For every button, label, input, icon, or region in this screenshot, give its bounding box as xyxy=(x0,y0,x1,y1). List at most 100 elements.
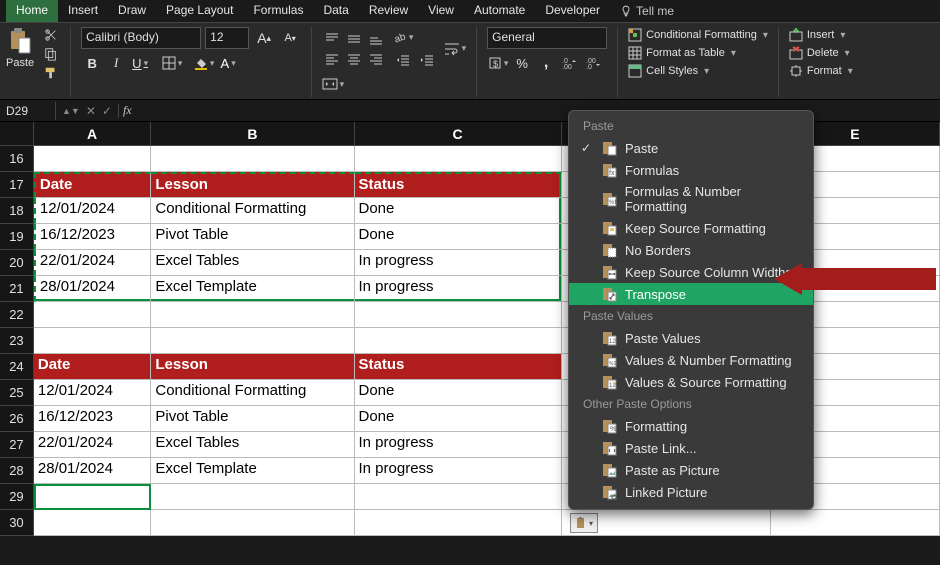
align-top-button[interactable] xyxy=(322,30,342,48)
menu-item-paste-values[interactable]: 123 Paste Values xyxy=(569,327,813,349)
tab-developer[interactable]: Developer xyxy=(535,0,610,22)
cell[interactable]: 22/01/2024 xyxy=(34,250,152,276)
row-header[interactable]: 21 xyxy=(0,276,34,302)
format-as-table-button[interactable]: Format as Table▾ xyxy=(628,45,768,61)
cell-styles-button[interactable]: Cell Styles▾ xyxy=(628,63,768,79)
row-header[interactable]: 24 xyxy=(0,354,34,380)
increase-decimal-button[interactable]: .0.00 xyxy=(559,53,581,73)
accounting-button[interactable]: $ xyxy=(487,53,509,73)
cell[interactable]: In progress xyxy=(355,432,562,458)
cell[interactable] xyxy=(771,510,940,536)
row-header[interactable]: 27 xyxy=(0,432,34,458)
tab-review[interactable]: Review xyxy=(359,0,418,22)
menu-item-linked-picture[interactable]: Linked Picture xyxy=(569,481,813,503)
paste-button[interactable]: Paste xyxy=(6,27,34,97)
align-right-button[interactable] xyxy=(366,50,386,68)
tab-formulas[interactable]: Formulas xyxy=(243,0,313,22)
increase-font-button[interactable]: A▴ xyxy=(253,28,275,48)
tab-home[interactable]: Home xyxy=(6,0,58,22)
font-color-button[interactable]: A xyxy=(217,53,239,73)
cell[interactable]: 16/12/2023 xyxy=(34,224,152,250)
cancel-formula-button[interactable]: ✕ xyxy=(86,104,96,118)
cell[interactable] xyxy=(151,302,354,328)
cell[interactable]: In progress xyxy=(355,250,562,276)
cell[interactable]: Status xyxy=(355,354,562,380)
cell[interactable]: Status xyxy=(355,172,562,198)
fill-color-button[interactable] xyxy=(193,53,215,73)
row-header[interactable]: 19 xyxy=(0,224,34,250)
increase-indent-button[interactable] xyxy=(416,50,438,70)
cell[interactable]: 12/01/2024 xyxy=(34,380,152,406)
format-painter-button[interactable] xyxy=(42,65,60,81)
row-header[interactable]: 28 xyxy=(0,458,34,484)
name-box-dropdown[interactable]: ▲▼ xyxy=(62,106,80,116)
decrease-decimal-button[interactable]: .00.0 xyxy=(583,53,605,73)
cell[interactable]: Date xyxy=(34,172,152,198)
row-header[interactable]: 26 xyxy=(0,406,34,432)
row-header[interactable]: 23 xyxy=(0,328,34,354)
menu-item-values-number-formatting[interactable]: %123 Values & Number Formatting xyxy=(569,349,813,371)
cell[interactable]: Excel Template xyxy=(151,276,354,302)
row-header[interactable]: 22 xyxy=(0,302,34,328)
menu-item-no-borders[interactable]: No Borders xyxy=(569,239,813,261)
menu-item-paste[interactable]: ✓ Paste xyxy=(569,137,813,159)
cell[interactable]: Done xyxy=(355,380,562,406)
align-middle-button[interactable] xyxy=(344,30,364,48)
cell[interactable] xyxy=(355,146,562,172)
cell[interactable]: Date xyxy=(34,354,152,380)
insert-cells-button[interactable]: Insert▾ xyxy=(789,27,853,43)
cell[interactable]: Lesson xyxy=(151,354,354,380)
enter-formula-button[interactable]: ✓ xyxy=(102,104,112,118)
menu-item-values-source-formatting[interactable]: 123 Values & Source Formatting xyxy=(569,371,813,393)
tab-automate[interactable]: Automate xyxy=(464,0,535,22)
cell[interactable] xyxy=(151,146,354,172)
align-bottom-button[interactable] xyxy=(366,30,386,48)
format-cells-button[interactable]: Format▾ xyxy=(789,63,853,79)
merge-button[interactable] xyxy=(322,74,344,94)
cell[interactable]: Pivot Table xyxy=(151,224,354,250)
cell[interactable] xyxy=(34,146,152,172)
cell[interactable] xyxy=(355,328,562,354)
cell[interactable]: 28/01/2024 xyxy=(34,458,152,484)
percent-button[interactable]: % xyxy=(511,53,533,73)
cell[interactable]: Done xyxy=(355,224,562,250)
row-header[interactable]: 20 xyxy=(0,250,34,276)
copy-button[interactable] xyxy=(42,46,60,62)
row-header[interactable]: 25 xyxy=(0,380,34,406)
row-header[interactable]: 16 xyxy=(0,146,34,172)
menu-item-formulas-number-formatting[interactable]: %fx Formulas & Number Formatting xyxy=(569,181,813,217)
row-header[interactable]: 18 xyxy=(0,198,34,224)
underline-button[interactable]: U xyxy=(129,53,151,73)
cell[interactable]: Excel Template xyxy=(151,458,354,484)
wrap-text-button[interactable] xyxy=(444,39,466,59)
cell[interactable]: In progress xyxy=(355,458,562,484)
tab-insert[interactable]: Insert xyxy=(58,0,108,22)
cell[interactable]: 28/01/2024 xyxy=(34,276,152,302)
name-box[interactable] xyxy=(0,102,56,120)
cell[interactable]: Excel Tables xyxy=(151,432,354,458)
col-header-b[interactable]: B xyxy=(151,122,354,146)
bold-button[interactable]: B xyxy=(81,53,103,73)
cell[interactable] xyxy=(151,510,354,536)
cell[interactable]: Excel Tables xyxy=(151,250,354,276)
cell[interactable] xyxy=(34,510,152,536)
menu-item-paste-link[interactable]: Paste Link... xyxy=(569,437,813,459)
paste-options-smart-tag[interactable]: ▾ xyxy=(570,513,598,533)
cell[interactable]: 16/12/2023 xyxy=(34,406,152,432)
italic-button[interactable]: I xyxy=(105,53,127,73)
menu-item-paste-as-picture[interactable]: Paste as Picture xyxy=(569,459,813,481)
orientation-button[interactable]: ab xyxy=(392,27,414,47)
row-header[interactable]: 29 xyxy=(0,484,34,510)
cut-button[interactable] xyxy=(42,27,60,43)
font-name-select[interactable]: Calibri (Body) xyxy=(81,27,201,49)
tab-draw[interactable]: Draw xyxy=(108,0,156,22)
cell[interactable]: Done xyxy=(355,406,562,432)
cell[interactable] xyxy=(34,302,152,328)
font-size-select[interactable]: 12 xyxy=(205,27,249,49)
cell[interactable]: Lesson xyxy=(151,172,354,198)
tell-me[interactable]: Tell me xyxy=(610,0,684,22)
cell[interactable] xyxy=(34,484,152,510)
cell[interactable]: Conditional Formatting xyxy=(151,380,354,406)
align-left-button[interactable] xyxy=(322,50,342,68)
formula-input[interactable] xyxy=(136,102,940,120)
